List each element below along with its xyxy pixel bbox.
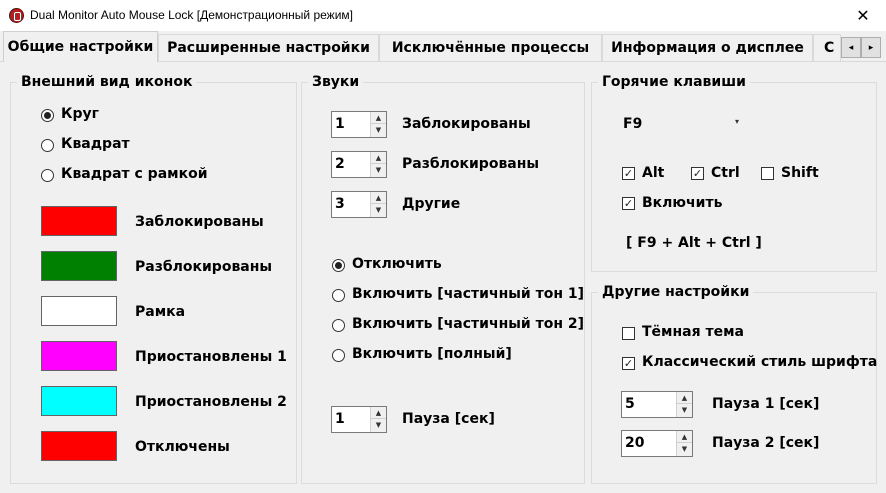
group-title-icon-appearance: Внешний вид иконок [17,74,197,90]
spin-up-icon[interactable]: ▲ [677,392,692,404]
chevron-down-icon[interactable]: ▾ [735,117,739,126]
radio-circle[interactable] [41,109,54,122]
color-swatch-paused-1[interactable] [41,341,117,371]
enable-hotkey-checkbox[interactable]: ✓ [622,197,635,210]
enable-hotkey-label[interactable]: Включить [642,195,722,211]
group-title-other-settings: Другие настройки [598,284,754,300]
color-swatch-paused-2[interactable] [41,386,117,416]
sound-pause-label: Пауза [сек] [402,411,495,427]
group-sounds: Звуки 1 ▲ ▼ Заблокированы 2 ▲ ▼ Разблоки… [301,74,585,484]
radio-square[interactable] [41,139,54,152]
dark-theme-label[interactable]: Тёмная тема [642,324,744,340]
title-bar: Dual Monitor Auto Mouse Lock [Демонстрац… [0,0,886,31]
spin-down-icon[interactable]: ▼ [371,164,386,176]
shift-checkbox-label[interactable]: Shift [781,165,819,181]
sound-locked-label: Заблокированы [402,116,531,132]
radio-sound-partial-1-label[interactable]: Включить [частичный тон 1] [352,286,584,302]
radio-sound-full-label[interactable]: Включить [полный] [352,346,512,362]
group-other-settings: Другие настройки Тёмная тема ✓ Классичес… [591,284,877,484]
app-lock-icon [9,8,24,23]
pause-1-stepper[interactable]: 5 ▲ ▼ [621,391,693,418]
tab-page-general: Внешний вид иконок Круг Квадрат Квадрат … [0,61,886,493]
dark-theme-checkbox[interactable] [622,327,635,340]
shift-checkbox[interactable] [761,167,774,180]
color-label-disabled: Отключены [135,439,230,455]
sound-unlocked-value: 2 [335,156,345,172]
color-label-paused-2: Приостановлены 2 [135,394,287,410]
color-swatch-frame[interactable] [41,296,117,326]
tab-advanced-settings[interactable]: Расширенные настройки [158,34,379,61]
tab-scroll-left-icon[interactable]: ◂ [841,37,861,58]
color-label-paused-1: Приостановлены 1 [135,349,287,365]
tab-strip: Общие настройки Расширенные настройки Ис… [0,31,886,62]
radio-square-frame-label[interactable]: Квадрат с рамкой [61,166,208,182]
tab-partial[interactable]: С [813,34,841,61]
color-label-locked: Заблокированы [135,214,264,230]
pause-2-value: 20 [625,435,645,451]
tab-display-info[interactable]: Информация о дисплее [602,34,813,61]
close-button[interactable]: ✕ [840,0,886,31]
spin-up-icon[interactable]: ▲ [677,431,692,443]
group-title-sounds: Звуки [308,74,364,90]
pause-1-label: Пауза 1 [сек] [712,396,820,412]
radio-sound-partial-2[interactable] [332,319,345,332]
pause-2-stepper[interactable]: 20 ▲ ▼ [621,430,693,457]
spin-down-icon[interactable]: ▼ [371,419,386,431]
ctrl-checkbox-label[interactable]: Ctrl [711,165,740,181]
group-hotkeys: Горячие клавиши F9 ▾ ✓ Alt ✓ Ctrl Shift … [591,74,877,272]
sound-locked-stepper[interactable]: 1 ▲ ▼ [331,111,387,138]
sound-other-label: Другие [402,196,461,212]
spin-up-icon[interactable]: ▲ [371,192,386,204]
sound-unlocked-label: Разблокированы [402,156,540,172]
group-title-hotkeys: Горячие клавиши [598,74,750,90]
alt-checkbox-label[interactable]: Alt [642,165,664,181]
group-icon-appearance: Внешний вид иконок Круг Квадрат Квадрат … [10,74,297,484]
spin-up-icon[interactable]: ▲ [371,112,386,124]
radio-sound-off[interactable] [332,259,345,272]
radio-circle-label[interactable]: Круг [61,106,99,122]
tab-general-settings[interactable]: Общие настройки [3,31,158,62]
radio-sound-partial-1[interactable] [332,289,345,302]
color-swatch-locked[interactable] [41,206,117,236]
spin-down-icon[interactable]: ▼ [371,204,386,216]
sound-locked-value: 1 [335,116,345,132]
window-title: Dual Monitor Auto Mouse Lock [Демонстрац… [30,8,353,22]
hotkey-select[interactable]: F9 ▾ [620,111,742,138]
tab-excluded-processes[interactable]: Исключённые процессы [379,34,602,61]
radio-sound-off-label[interactable]: Отключить [352,256,442,272]
sound-other-value: 3 [335,196,345,212]
tab-scroll-right-icon[interactable]: ▸ [861,37,881,58]
pause-2-label: Пауза 2 [сек] [712,435,820,451]
hotkey-select-value: F9 [623,116,643,132]
radio-sound-partial-2-label[interactable]: Включить [частичный тон 2] [352,316,584,332]
color-swatch-disabled[interactable] [41,431,117,461]
alt-checkbox[interactable]: ✓ [622,167,635,180]
hotkey-combo-display: [ F9 + Alt + Ctrl ] [626,235,762,251]
ctrl-checkbox[interactable]: ✓ [691,167,704,180]
pause-1-value: 5 [625,396,635,412]
spin-up-icon[interactable]: ▲ [371,152,386,164]
spin-down-icon[interactable]: ▼ [371,124,386,136]
radio-square-label[interactable]: Квадрат [61,136,130,152]
spin-up-icon[interactable]: ▲ [371,407,386,419]
color-label-unlocked: Разблокированы [135,259,273,275]
classic-font-checkbox[interactable]: ✓ [622,357,635,370]
classic-font-label[interactable]: Классический стиль шрифта [642,354,877,370]
color-swatch-unlocked[interactable] [41,251,117,281]
sound-unlocked-stepper[interactable]: 2 ▲ ▼ [331,151,387,178]
color-label-frame: Рамка [135,304,186,320]
radio-square-frame[interactable] [41,169,54,182]
sound-pause-value: 1 [335,411,345,427]
spin-down-icon[interactable]: ▼ [677,443,692,455]
sound-other-stepper[interactable]: 3 ▲ ▼ [331,191,387,218]
radio-sound-full[interactable] [332,349,345,362]
spin-down-icon[interactable]: ▼ [677,404,692,416]
sound-pause-stepper[interactable]: 1 ▲ ▼ [331,406,387,433]
